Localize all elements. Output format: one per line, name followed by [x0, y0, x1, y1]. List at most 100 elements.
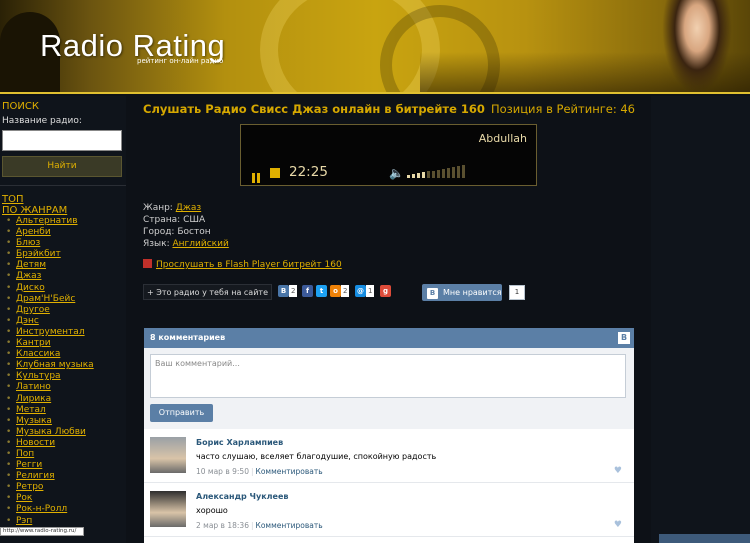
genre-label: Жанр: — [143, 203, 173, 213]
volume-bar — [457, 166, 460, 178]
twitter-share-icon[interactable]: t — [316, 285, 327, 297]
genre-item[interactable]: • Другое — [6, 305, 126, 316]
heart-icon[interactable]: ♥ — [614, 520, 622, 530]
site-header: Radio Rating рейтинг он-лайн радио — [0, 0, 750, 94]
like-label: Мне нравится — [443, 288, 502, 297]
volume-bar — [437, 169, 440, 178]
genre-label: Метал — [16, 404, 46, 415]
bullet-icon: • — [6, 326, 12, 337]
genre-item[interactable]: • Альтернатив — [6, 216, 126, 227]
genre-item[interactable]: • Драм'Н'Бейс — [6, 294, 126, 305]
vk-logo-icon[interactable]: В — [618, 332, 630, 344]
genre-item[interactable]: • Музыка — [6, 416, 126, 427]
sidebar: ПОИСК Название радио: Найти ТОП ПО ЖАНРА… — [0, 96, 126, 543]
top-link[interactable]: ТОП — [0, 194, 126, 205]
comment-author[interactable]: Александр Чуклеев — [196, 492, 288, 501]
genre-item[interactable]: • Рок-н-Ролл — [6, 504, 126, 515]
genre-label: Религия — [16, 471, 55, 482]
find-button[interactable]: Найти — [2, 156, 122, 177]
avatar[interactable] — [150, 491, 186, 527]
genre-label: Латино — [16, 382, 51, 393]
send-comment-button[interactable]: Отправить — [150, 404, 213, 422]
bullet-icon: • — [6, 493, 12, 504]
by-genre-link[interactable]: ПО ЖАНРАМ — [0, 205, 126, 216]
comments-count: 8 комментариев — [150, 333, 226, 342]
comments-header: 8 комментариев В — [144, 328, 634, 348]
comment-date[interactable]: 2 мар в 18:36 — [196, 521, 249, 530]
genre-label: Культура — [16, 371, 61, 382]
bullet-icon: • — [6, 282, 12, 293]
facebook-share-icon[interactable]: f — [302, 285, 313, 297]
volume-bar — [447, 167, 450, 178]
genre-label: Рок — [16, 493, 33, 504]
genre-item[interactable]: • Лирика — [6, 394, 126, 405]
mailru-share-icon[interactable]: @ — [355, 285, 366, 297]
genre-item[interactable]: • Блюз — [6, 238, 126, 249]
heart-icon[interactable]: ♥ — [614, 466, 622, 476]
genre-item[interactable]: • Музыка Любви — [6, 427, 126, 438]
language-link[interactable]: Английский — [173, 239, 229, 249]
genre-item[interactable]: • Культура — [6, 371, 126, 382]
googleplus-share-icon[interactable]: g — [380, 285, 391, 297]
avatar[interactable] — [150, 437, 186, 473]
genre-item[interactable]: • Аренби — [6, 227, 126, 238]
genre-item[interactable]: • Классика — [6, 349, 126, 360]
language-label: Язык: — [143, 239, 170, 249]
search-label: Название радио: — [2, 116, 82, 126]
embed-radio-button[interactable]: + Это радио у тебя на сайте — [143, 284, 272, 300]
flash-player-link[interactable]: Прослушать в Flash Player битрейт 160 — [143, 259, 342, 270]
genre-item[interactable]: • Инструментал — [6, 327, 126, 338]
genre-item[interactable]: • Клубная музыка — [6, 360, 126, 371]
bullet-icon: • — [6, 304, 12, 315]
comment-date[interactable]: 10 мар в 9:50 — [196, 467, 249, 476]
genre-item[interactable]: • Ретро — [6, 482, 126, 493]
bullet-icon: • — [6, 249, 12, 260]
genre-item[interactable]: • Рок — [6, 493, 126, 504]
genre-item[interactable]: • Метал — [6, 405, 126, 416]
bullet-icon: • — [6, 415, 12, 426]
dancer-image — [662, 0, 732, 92]
city-label: Город: — [143, 227, 175, 237]
rating-position: Позиция в Рейтинге: 46 — [490, 102, 635, 116]
genre-item[interactable]: • Дэнс — [6, 316, 126, 327]
genre-label: Музыка Любви — [16, 426, 86, 437]
comment-input[interactable]: Ваш комментарий... — [150, 354, 626, 398]
genre-label: Музыка — [16, 415, 52, 426]
genre-item[interactable]: • Поп — [6, 449, 126, 460]
comment-author[interactable]: Борис Харлампиев — [196, 438, 283, 447]
genre-label: Кантри — [16, 338, 51, 349]
vk-like-button[interactable]: В Мне нравится — [422, 284, 502, 301]
genre-item[interactable]: • Брэйкбит — [6, 249, 126, 260]
genre-label: Инструментал — [16, 326, 85, 337]
genre-label: Ретро — [16, 482, 44, 493]
stop-icon[interactable] — [270, 168, 280, 178]
bullet-icon: • — [6, 360, 12, 371]
genre-item[interactable]: • Джаз — [6, 271, 126, 282]
search-input[interactable] — [2, 130, 122, 151]
genre-item[interactable]: • Детям — [6, 260, 126, 271]
right-column — [651, 96, 750, 543]
pause-icon[interactable] — [252, 168, 262, 187]
genre-label: Брэйкбит — [16, 249, 61, 260]
genre-item[interactable]: • Регги — [6, 460, 126, 471]
reply-link[interactable]: Комментировать — [256, 467, 323, 476]
odnoklassniki-share-icon[interactable]: o — [330, 285, 341, 297]
bullet-icon: • — [6, 382, 12, 393]
volume-bar — [412, 174, 415, 178]
odnoklassniki-share-count: 2 — [341, 285, 350, 297]
country-value: США — [183, 215, 206, 225]
speaker-icon[interactable]: 🔈 — [389, 166, 404, 180]
genre-item[interactable]: • Кантри — [6, 338, 126, 349]
vk-share-icon[interactable]: В — [278, 285, 289, 297]
genre-item[interactable]: • Религия — [6, 471, 126, 482]
reply-link[interactable]: Комментировать — [256, 521, 323, 530]
genre-item[interactable]: • Новости — [6, 438, 126, 449]
site-tagline: рейтинг он-лайн радио — [137, 57, 224, 65]
genre-item[interactable]: • Диско — [6, 283, 126, 294]
genre-item[interactable]: • Латино — [6, 382, 126, 393]
genre-link[interactable]: Джаз — [176, 203, 201, 213]
bullet-icon: • — [6, 293, 12, 304]
genre-label: Детям — [16, 260, 47, 271]
genre-label: Блюз — [16, 238, 41, 249]
genre-item[interactable]: • Рэп — [6, 516, 126, 527]
